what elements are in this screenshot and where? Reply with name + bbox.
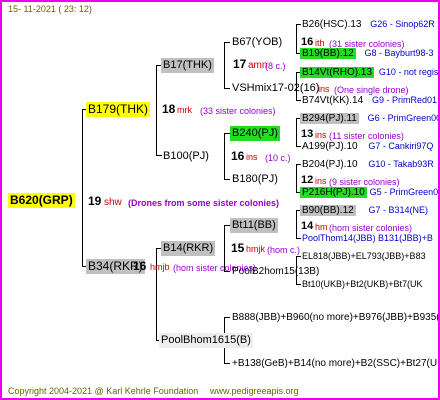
g4-node[interactable]: PoolThom14(JBB) B131(JBB)+B	[302, 232, 433, 245]
g2-node[interactable]: B100(PJ)	[163, 150, 209, 163]
g3-node[interactable]: +B138(GeB)+B14(no more)+B2(SSC)+Bt27(UK	[232, 357, 438, 370]
g4-id: B294(PJ).11	[300, 113, 359, 124]
g2-spine	[224, 42, 225, 88]
g3-node[interactable]: Bt11(BB)	[230, 218, 278, 233]
connector	[224, 179, 230, 180]
g4-info: G8 - Bayburt98-3	[364, 48, 434, 58]
g2-note: (10 c.)	[265, 153, 291, 163]
g4-id: B74Vt(KK).14	[302, 95, 364, 106]
g4-info: G5 - PrimGreen00	[369, 187, 440, 197]
g2-note: (hom c.)	[267, 245, 301, 255]
g1-node-sire[interactable]: B179(THK)	[86, 102, 151, 117]
g1-generation: 16	[133, 259, 147, 273]
g4-node[interactable]: EL818(JBB)+EL793(JBB)+B83	[302, 250, 426, 263]
g4-id: B14Vt(RHO).13	[300, 67, 375, 78]
g2-generation: 15	[231, 241, 245, 255]
g2-spine	[224, 133, 225, 179]
g2-node[interactable]: PoolBhom1615(B)	[159, 333, 253, 348]
g2-generation: 16	[231, 149, 245, 163]
g1-generation: 18	[162, 102, 176, 116]
root-spine	[82, 109, 83, 266]
root-generation: 19	[88, 194, 102, 208]
date-stamp: 15- 11-2021 ( 23: 12)	[8, 4, 92, 14]
g4-info: G6 - PrimGreen00	[367, 113, 440, 123]
g4-node[interactable]: B204(PJ).10 G10 - Takab93R	[302, 158, 434, 171]
connector	[224, 42, 230, 43]
connector	[224, 88, 230, 89]
connector	[224, 317, 230, 318]
g1-suffix: mrk	[177, 105, 192, 115]
g1-note: (33 sister colonies)	[200, 106, 276, 116]
g4-node[interactable]: Bt10(UKB)+Bt2(UKB)+Bt7(UK	[302, 278, 423, 291]
g4-info: G10 - not registe	[378, 67, 440, 77]
g4-info: G7 - Cankiri97Q	[368, 141, 434, 151]
g4-id: A199(PJ).10	[302, 141, 358, 152]
g4-node[interactable]: P216H(PJ).10 G5 - PrimGreen00	[300, 186, 440, 199]
g3-node[interactable]: B888(JBB)+B960(no more)+B976(JBB)+B935(J…	[232, 311, 438, 324]
root-suffix: shw	[104, 197, 122, 208]
connector	[224, 363, 230, 364]
g4-node[interactable]: B294(PJ).11 G6 - PrimGreen00	[300, 112, 440, 125]
g2-node[interactable]: B14(RKR)	[161, 241, 216, 256]
g1-spine-top	[156, 65, 157, 155]
g1-suffix: hmjb	[150, 262, 170, 272]
g4-info: G26 - Sinop62R	[370, 19, 435, 29]
root-node[interactable]: B620(GRP)	[8, 193, 75, 208]
g4-id: B90(BB).12	[300, 205, 356, 216]
g3-spine	[296, 118, 297, 146]
g4-id: PoolThom14(JBB)	[302, 233, 376, 243]
g4-id: B26(HSC).13	[302, 19, 362, 30]
g3-node[interactable]: B67(YOB)	[232, 36, 282, 49]
g3-spine	[296, 24, 297, 53]
connector	[156, 155, 162, 156]
connector	[296, 284, 301, 285]
g4-info: G9 - PrimRed01	[371, 95, 437, 105]
site-link[interactable]: www.pedigreeapis.org	[210, 385, 299, 398]
g4-id: B204(PJ).10	[302, 159, 358, 170]
g3-node[interactable]: B180(PJ)	[232, 173, 278, 186]
g4-node[interactable]: B74Vt(KK).14 G9 - PrimRed01	[302, 94, 437, 107]
g4-node[interactable]: B26(HSC).13 G26 - Sinop62R	[302, 18, 435, 31]
connector	[296, 238, 301, 239]
g3-spine	[296, 164, 297, 192]
g2-suffix: hmjk	[246, 244, 266, 254]
g4-id: B19(BB).12	[300, 48, 356, 59]
copyright-notice: Copyright 2004-2021 @ Karl Kehrle Founda…	[8, 386, 199, 396]
g3-node[interactable]: PoolB2hom15(13B)	[232, 265, 319, 278]
connector	[296, 164, 301, 165]
g2-node[interactable]: B17(THK)	[161, 58, 214, 73]
pedigree-canvas: 15- 11-2021 ( 23: 12) B620(GRP) 19 shw (…	[0, 0, 440, 400]
g4-node[interactable]: A199(PJ).10 G7 - Cankiri97Q	[302, 140, 433, 153]
connector	[296, 24, 301, 25]
root-note: (Drones from some sister colonies)	[128, 198, 280, 208]
g3-spine	[296, 210, 297, 238]
g4-info: B131(JBB)+B	[378, 233, 433, 243]
connector	[296, 100, 301, 101]
g2-note: (8 c.)	[265, 61, 286, 71]
g4-node[interactable]: B90(BB).12 G7 - B314(NE)	[300, 204, 428, 217]
connector	[296, 146, 301, 147]
g4-node[interactable]: B19(BB).12 G8 - Bayburt98-3	[300, 47, 434, 60]
g4-info: G10 - Takab93R	[368, 159, 434, 169]
g4-info: G7 - B314(NE)	[368, 205, 429, 215]
g4-node[interactable]: B14Vt(RHO).13 G10 - not registe	[300, 66, 440, 79]
g4-id: P216H(PJ).10	[300, 187, 367, 198]
g2-suffix: ins	[246, 152, 258, 162]
g3-node[interactable]: B240(PJ)	[230, 126, 280, 141]
g2-generation: 17	[233, 57, 247, 71]
